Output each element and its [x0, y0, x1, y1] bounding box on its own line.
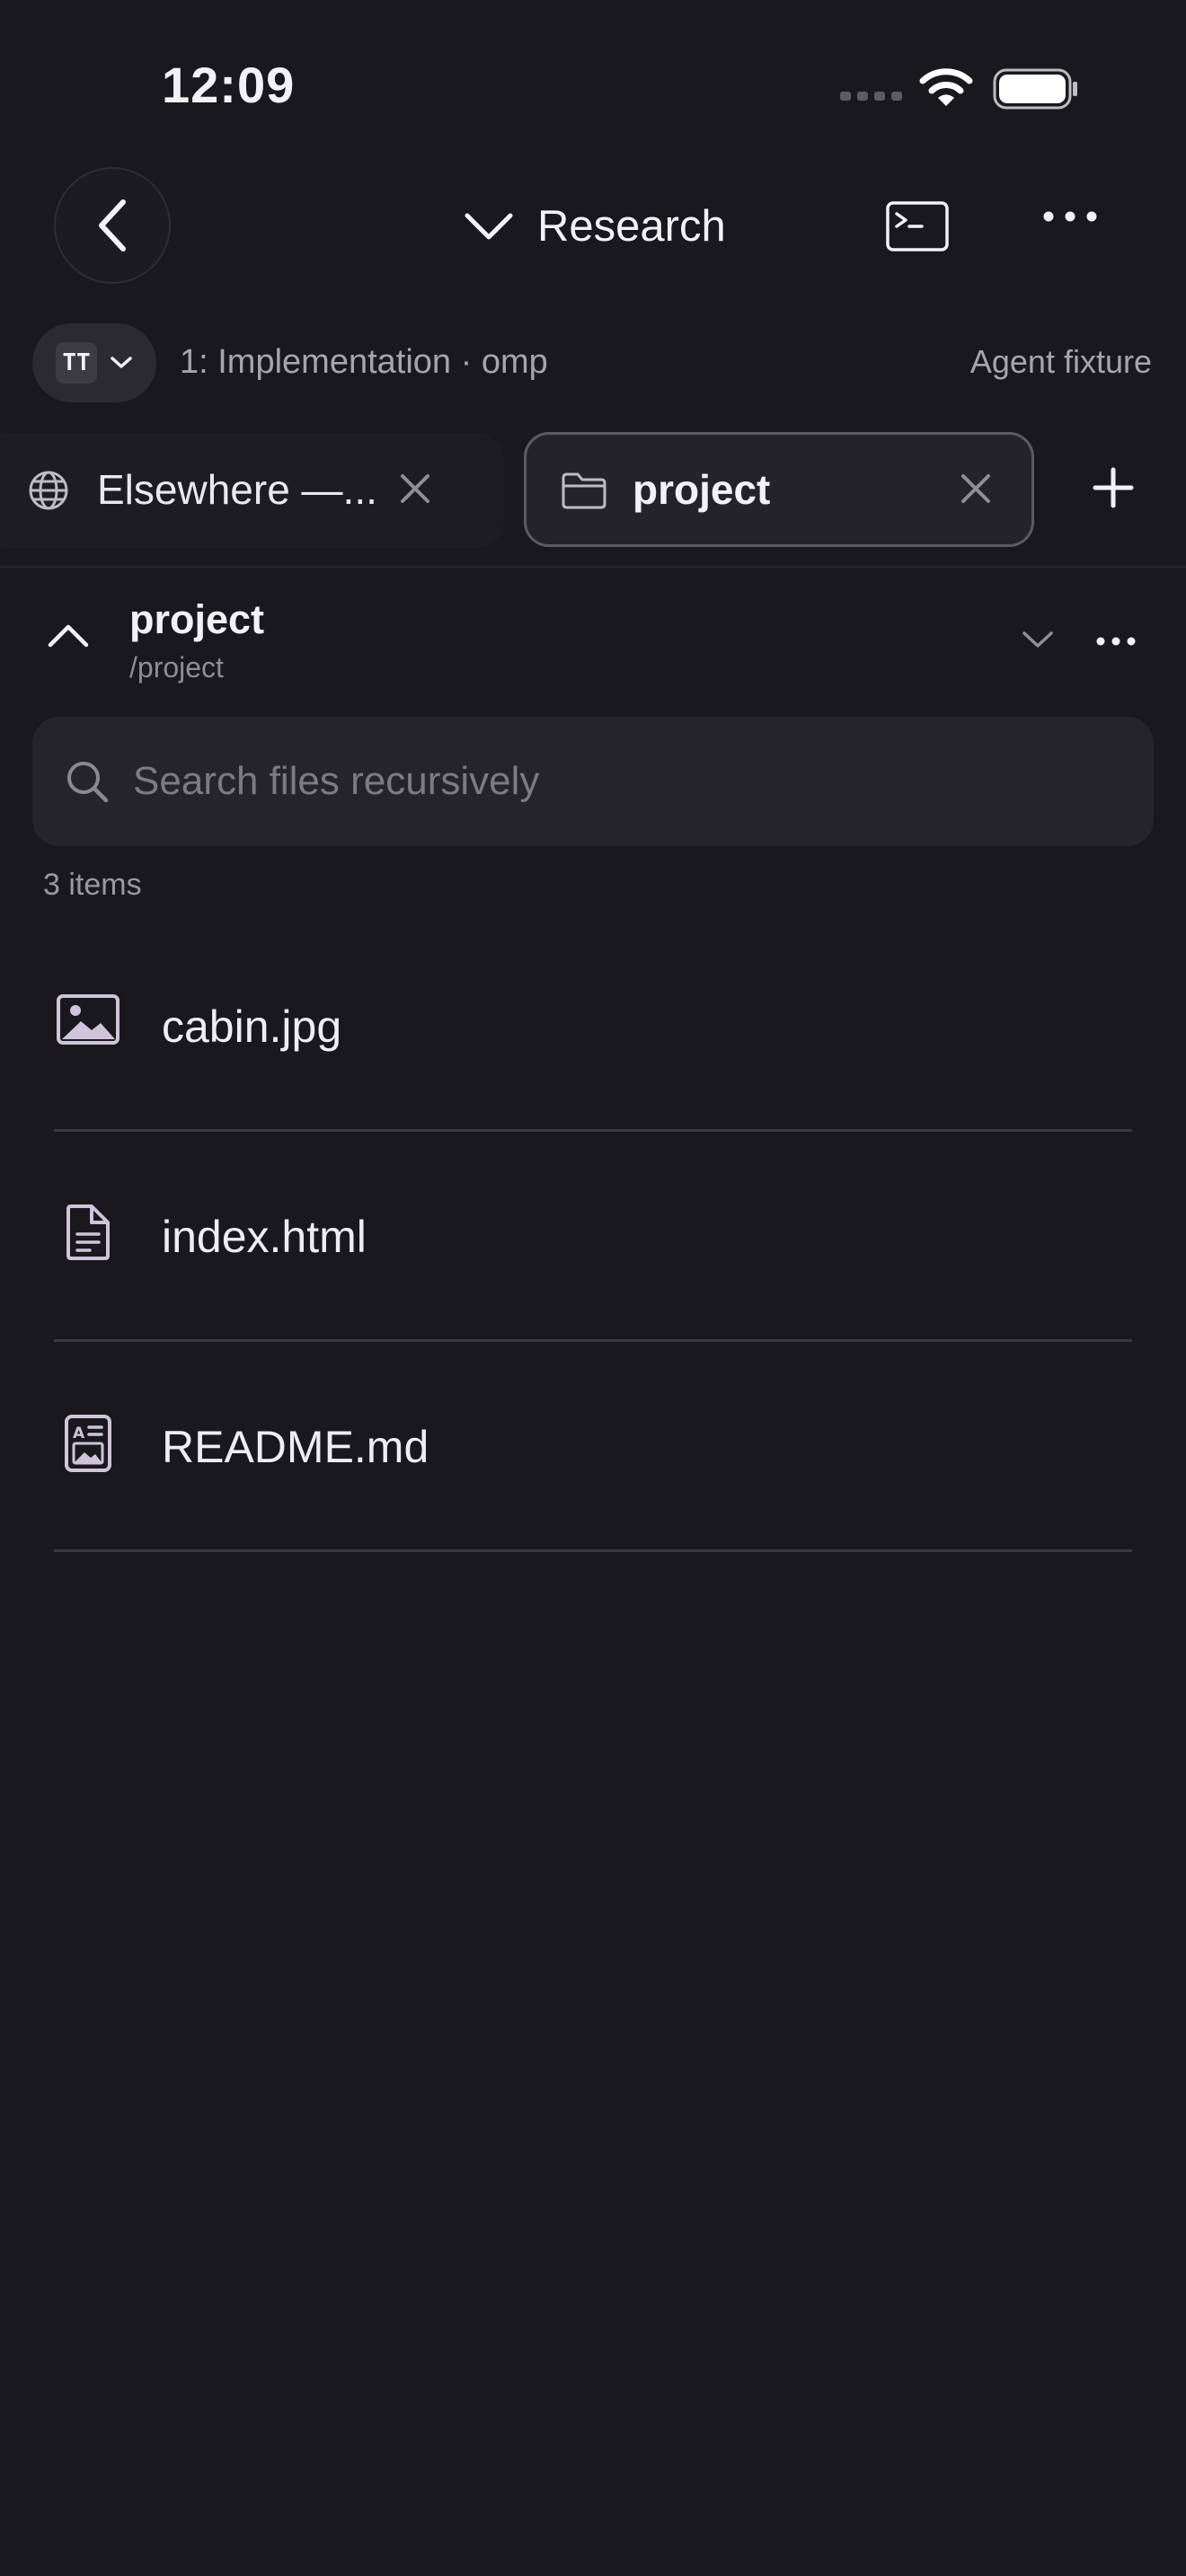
chevron-down-icon: [111, 357, 132, 368]
close-icon: [961, 474, 990, 503]
chevron-down-icon: [1022, 631, 1053, 648]
text-file-icon: [56, 1204, 113, 1261]
list-item[interactable]: cabin.jpg: [0, 922, 1186, 1132]
file-name: cabin.jpg: [162, 1001, 342, 1052]
terminal-icon: [886, 201, 949, 251]
add-tab-button[interactable]: [1093, 467, 1134, 508]
close-tab-button[interactable]: [958, 471, 994, 507]
item-count: 3 items: [43, 868, 142, 902]
folder-more-button[interactable]: [1096, 636, 1136, 647]
status-time: 12:09: [162, 57, 296, 113]
svg-text:A: A: [73, 1425, 85, 1442]
more-horizontal-icon: [1096, 637, 1136, 646]
tab-project[interactable]: project: [524, 432, 1034, 547]
globe-icon: [27, 469, 70, 512]
more-options-button[interactable]: [1042, 210, 1098, 223]
workspace-switcher[interactable]: Research: [464, 194, 726, 259]
tab-bar-divider: [0, 566, 1186, 568]
file-name: README.md: [162, 1422, 429, 1472]
battery-icon: [993, 68, 1079, 110]
agent-fixture-label: Agent fixture: [969, 343, 1152, 380]
list-item[interactable]: index.html: [0, 1132, 1186, 1342]
image-file-icon: [56, 993, 120, 1045]
file-list: cabin.jpg index.html A README.md: [0, 922, 1186, 1552]
chevron-up-icon: [48, 624, 89, 648]
cellular-signal-icon: [840, 90, 903, 102]
file-name: index.html: [162, 1212, 367, 1262]
folder-path: /project: [129, 651, 224, 684]
tab-label: Elsewhere —...: [97, 466, 377, 513]
chevron-down-icon: [465, 213, 513, 240]
folder-icon: [561, 471, 607, 510]
chevron-left-icon: [99, 199, 126, 251]
tab-label: project: [633, 466, 771, 513]
back-button[interactable]: [54, 167, 171, 284]
more-horizontal-icon: [1043, 211, 1097, 222]
folder-options-dropdown[interactable]: [1021, 629, 1055, 650]
close-icon: [401, 474, 429, 503]
search-input[interactable]: [131, 758, 1105, 805]
search-icon: [67, 762, 109, 803]
markdown-file-icon: A: [56, 1414, 113, 1473]
list-item[interactable]: A README.md: [0, 1342, 1186, 1552]
folder-name: project: [129, 596, 265, 642]
agent-selector[interactable]: TT: [32, 323, 156, 402]
tab-elsewhere[interactable]: Elsewhere —...: [0, 433, 503, 548]
collapse-folder-button[interactable]: [47, 622, 90, 648]
plus-icon: [1093, 467, 1134, 508]
agent-logo: TT: [56, 342, 97, 384]
wifi-icon: [919, 66, 973, 108]
terminal-button[interactable]: [886, 201, 949, 251]
search-bar[interactable]: [32, 717, 1154, 846]
page-title: Research: [537, 202, 726, 251]
row-divider: [54, 1549, 1132, 1552]
close-tab-button[interactable]: [397, 471, 433, 507]
session-label: 1: Implementation · omp: [180, 343, 548, 381]
